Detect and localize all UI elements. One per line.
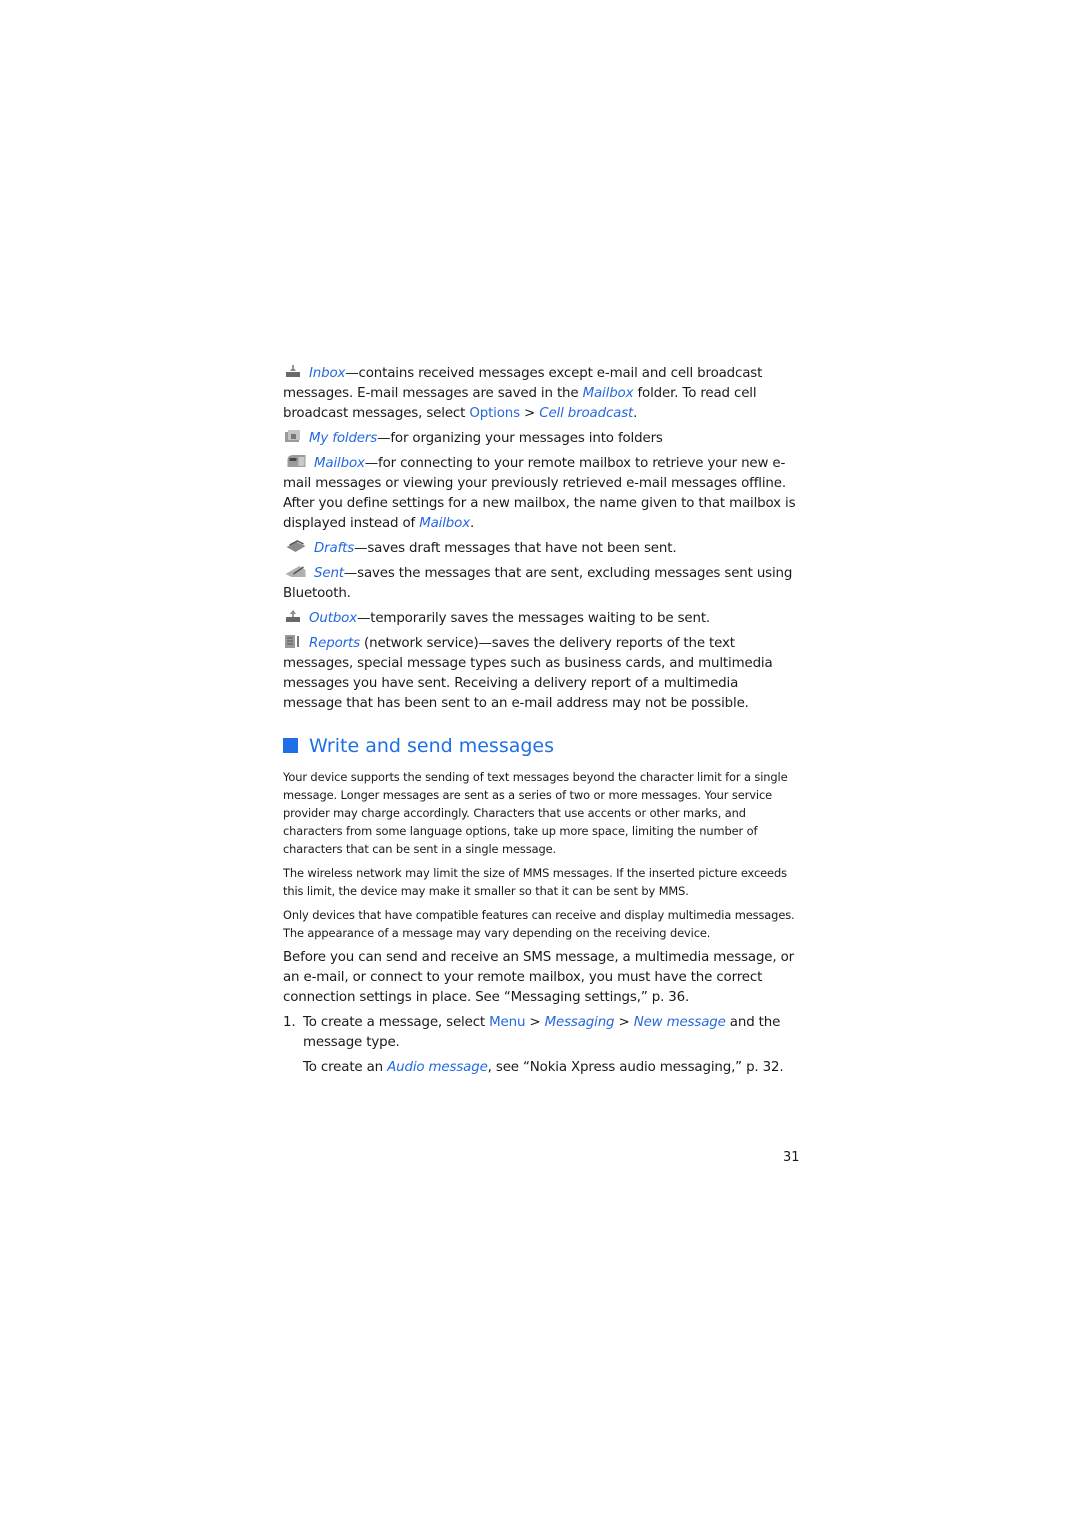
my-folders-icon	[285, 430, 300, 442]
mailbox-icon	[287, 455, 306, 467]
drafts-icon	[286, 540, 306, 552]
note-paragraph: Only devices that have compatible featur…	[283, 908, 795, 940]
page-number: 31	[783, 1150, 800, 1165]
audio-message-link[interactable]: Audio message	[387, 1060, 488, 1075]
section-heading: Write and send messages	[283, 734, 799, 758]
messaging-link[interactable]: Messaging	[545, 1015, 615, 1030]
folder-mailbox: Mailbox—for connecting to your remote ma…	[283, 455, 796, 531]
note-paragraph: The wireless network may limit the size …	[283, 866, 787, 898]
folder-drafts: Drafts—saves draft messages that have no…	[283, 539, 799, 559]
cell-broadcast-link[interactable]: Cell broadcast	[539, 406, 633, 421]
new-message-link[interactable]: New message	[634, 1015, 726, 1030]
options-menu[interactable]: Options	[469, 406, 520, 421]
heading-square-icon	[283, 738, 298, 753]
sent-icon	[285, 566, 306, 577]
step-1-note: To create an Audio message, see “Nokia X…	[303, 1060, 784, 1075]
step-1: 1. To create a message, select Menu > Mes…	[283, 1015, 781, 1050]
folder-inbox: Inbox—contains received messages except …	[283, 365, 763, 421]
manual-page: Inbox—contains received messages except …	[283, 364, 799, 1083]
folder-outbox: Outbox—temporarily saves the messages wa…	[283, 609, 799, 629]
folder-my-folders: My folders—for organizing your messages …	[283, 429, 799, 449]
menu-key[interactable]: Menu	[489, 1015, 525, 1030]
inbox-link[interactable]: Inbox	[309, 366, 345, 381]
inbox-icon	[286, 365, 300, 377]
body-paragraph: Before you can send and receive an SMS m…	[283, 950, 794, 1005]
note-paragraph: Your device supports the sending of text…	[283, 770, 788, 856]
outbox-icon	[286, 610, 300, 622]
reports-icon	[285, 635, 299, 648]
folder-sent: Sent—saves the messages that are sent, e…	[283, 566, 793, 601]
folder-reports: Reports (network service)—saves the deli…	[283, 635, 773, 711]
